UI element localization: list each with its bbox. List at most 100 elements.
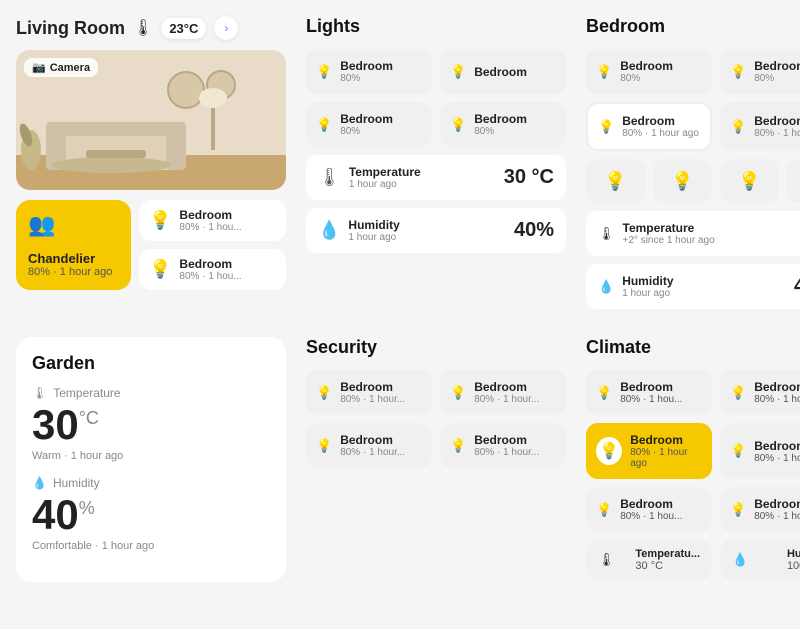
light-item-1[interactable]: 💡 Bedroom	[440, 49, 566, 94]
security-item-3[interactable]: 💡 Bedroom 80% · 1 hour...	[440, 423, 566, 468]
thermometer-icon: 🌡	[318, 167, 341, 188]
climate-sub-0: 80% · 1 hou...	[620, 394, 682, 405]
climate-item-1[interactable]: 💡 Bedroom 80% · 1 hou...	[720, 370, 800, 415]
bedroom-temp-row: 🌡 Temperature +2° since 1 hour ago 30°	[586, 211, 800, 256]
living-bottom: 👥 Chandelier 80% · 1 hour ago 💡 Bedroom …	[16, 200, 286, 290]
garden-humidity-sub: Comfortable · 1 hour ago	[32, 540, 270, 552]
humidity-icon: 💧	[318, 220, 340, 241]
bulb-icon-3: 💡	[450, 117, 466, 133]
light-item-3[interactable]: 💡 Bedroom 80%	[440, 102, 566, 147]
bedroom-icon-box-0[interactable]: 💡	[586, 159, 645, 203]
bedroom-name-1: Bedroom	[754, 59, 800, 73]
bedroom-icon-row: 💡 💡 💡 💡	[586, 159, 800, 203]
light-name-3: Bedroom	[474, 112, 527, 126]
device-name-1: Bedroom	[179, 208, 241, 222]
bulb-icon-4: 💡	[596, 502, 612, 518]
bulb-icon-1: 💡	[149, 210, 171, 231]
security-name-0: Bedroom	[340, 380, 405, 394]
climate-name-0: Bedroom	[620, 380, 682, 394]
bedroom-temp-sub: +2° since 1 hour ago	[623, 235, 715, 246]
climate-name-2: Bedroom	[630, 433, 702, 447]
security-sub-3: 80% · 1 hour...	[474, 447, 539, 458]
bulb-icon-1: 💡	[730, 64, 746, 80]
humidity-label: Humidity	[348, 218, 399, 232]
security-item-0[interactable]: 💡 Bedroom 80% · 1 hour...	[306, 370, 432, 415]
camera-text: Camera	[50, 62, 90, 74]
lights-grid: 💡 Bedroom 80% 💡 Bedroom 💡 Bedroom 80%	[306, 49, 566, 147]
bedroom-active-sub: 80% · 1 hour ago	[622, 128, 699, 139]
bedroom-second-name: Bedroom	[754, 114, 800, 128]
camera-card[interactable]: 📷 Camera	[16, 50, 286, 190]
garden-temp-unit: °C	[79, 408, 99, 428]
security-item-2[interactable]: 💡 Bedroom 80% · 1 hour...	[306, 423, 432, 468]
device-sub-2: 80% · 1 hou...	[179, 271, 241, 282]
light-item-0[interactable]: 💡 Bedroom 80%	[306, 49, 432, 94]
lights-section: Lights 💡 Bedroom 80% 💡 Bedroom 💡 Bedr	[306, 16, 566, 317]
light-item-2[interactable]: 💡 Bedroom 80%	[306, 102, 432, 147]
device-name-2: Bedroom	[179, 257, 241, 271]
bedroom-humidity-row: 💧 Humidity 1 hour ago 40%	[586, 264, 800, 309]
bedroom-second-sub: 80% · 1 hou...	[754, 128, 800, 139]
garden-humidity-value: 40	[32, 491, 79, 538]
humidity-icon: 💧	[32, 476, 47, 490]
garden-section: Garden 🌡 Temperature 30°C Warm · 1 hour …	[16, 337, 286, 582]
chandelier-info: 80% · 1 hour ago	[28, 266, 119, 278]
security-sub-0: 80% · 1 hour...	[340, 394, 405, 405]
bedroom-second-item[interactable]: 💡 Bedroom 80% · 1 hou...	[720, 102, 800, 151]
bedroom-top-0[interactable]: 💡 Bedroom 80%	[586, 49, 712, 94]
light-sub-2: 80%	[340, 126, 393, 137]
security-item-1[interactable]: 💡 Bedroom 80% · 1 hour...	[440, 370, 566, 415]
garden-temp-label: Temperature	[53, 386, 120, 400]
climate-item-2-active[interactable]: 💡 Bedroom 80% · 1 hour ago	[586, 423, 712, 479]
climate-humidity-sensor: 💧 Humidity 100%	[720, 540, 800, 580]
bulb-icon-3: 💡	[450, 438, 466, 454]
light-sub-3: 80%	[474, 126, 527, 137]
bulb-icon-1: 💡	[450, 385, 466, 401]
climate-item-4[interactable]: 💡 Bedroom 80% · 1 hou...	[586, 487, 712, 532]
climate-sub-1: 80% · 1 hou...	[754, 394, 800, 405]
humidity-sensor-row: 💧 Humidity 1 hour ago 40%	[306, 208, 566, 253]
light-name-0: Bedroom	[340, 59, 393, 73]
climate-name-4: Bedroom	[620, 497, 682, 511]
security-sub-1: 80% · 1 hour...	[474, 394, 539, 405]
bedroom-humidity-label: Humidity	[622, 274, 673, 288]
climate-sub-2: 80% · 1 hour ago	[630, 447, 702, 469]
climate-item-5[interactable]: 💡 Bedroom 80% · 1 hou...	[720, 487, 800, 532]
climate-grid: 💡 Bedroom 80% · 1 hou... 💡 Bedroom 80% ·…	[586, 370, 800, 532]
bedroom-icon-box-3[interactable]: 💡	[787, 159, 800, 203]
chevron-right-button[interactable]: ›	[214, 16, 238, 40]
temp-sensor-row: 🌡 Temperature 1 hour ago 30 °C	[306, 155, 566, 200]
climate-sub-4: 80% · 1 hou...	[620, 511, 682, 522]
temp-label: Temperature	[349, 165, 421, 179]
thermometer-icon: 🌡	[32, 386, 47, 400]
bulb-icon-2: 💡	[316, 438, 332, 454]
climate-name-3: Bedroom	[754, 439, 800, 453]
climate-item-0[interactable]: 💡 Bedroom 80% · 1 hou...	[586, 370, 712, 415]
climate-item-3[interactable]: 💡 Bedroom 80% · 1 hou...	[720, 423, 800, 479]
light-name-1: Bedroom	[474, 65, 527, 79]
bulb-icon-1: 💡	[730, 385, 746, 401]
bulb-icon-3: 💡	[730, 119, 746, 135]
device-item-1[interactable]: 💡 Bedroom 80% · 1 hou...	[139, 200, 286, 241]
lights-title: Lights	[306, 16, 566, 37]
chandelier-card[interactable]: 👥 Chandelier 80% · 1 hour ago	[16, 200, 131, 290]
bedroom-icon-box-2[interactable]: 💡	[720, 159, 779, 203]
temp-sub: 1 hour ago	[349, 179, 421, 190]
bedroom-humidity-val: 40%	[794, 275, 800, 298]
bulb-icon: 💡	[596, 64, 612, 80]
bedroom-active-item[interactable]: 💡 Bedroom 80% · 1 hour ago	[586, 102, 712, 151]
thermometer-icon: 🌡	[598, 226, 615, 242]
light-sub-0: 80%	[340, 73, 393, 84]
climate-temp-sub: 30 °C	[635, 560, 700, 572]
bulb-icon-2: 💡	[316, 117, 332, 133]
device-item-2[interactable]: 💡 Bedroom 80% · 1 hou...	[139, 249, 286, 290]
bedroom-name-0: Bedroom	[620, 59, 673, 73]
chandelier-icon: 👥	[28, 212, 119, 238]
bedroom-top-1[interactable]: 💡 Bedroom 80%	[720, 49, 800, 94]
bedroom-icon-box-1[interactable]: 💡	[653, 159, 712, 203]
climate-name-1: Bedroom	[754, 380, 800, 394]
garden-title: Garden	[32, 353, 270, 374]
climate-title: Climate	[586, 337, 800, 358]
garden-humidity-stat: 💧 Humidity 40% Comfortable · 1 hour ago	[32, 476, 270, 552]
humidity-sub: 1 hour ago	[348, 232, 399, 243]
